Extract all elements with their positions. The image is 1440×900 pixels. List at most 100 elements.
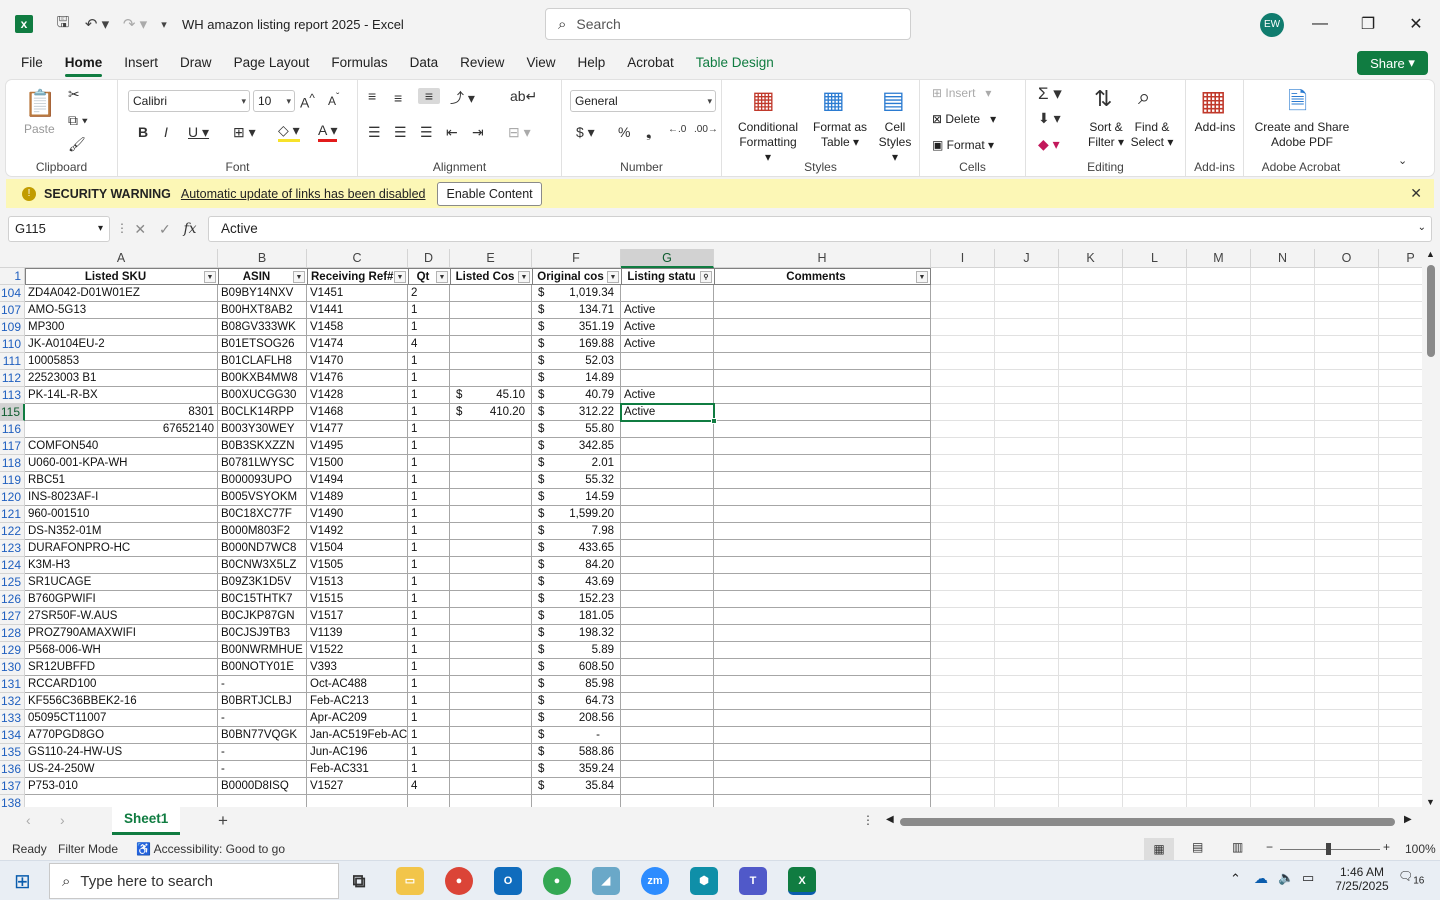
empty-cell[interactable]	[931, 421, 995, 438]
table-cell-a[interactable]	[25, 795, 218, 807]
column-header-b[interactable]: B	[218, 249, 307, 268]
table-cell-e[interactable]	[450, 455, 532, 472]
empty-cell[interactable]	[1187, 387, 1251, 404]
table-cell-d[interactable]: 1	[408, 642, 450, 659]
cancel-icon[interactable]: ✕	[134, 221, 146, 238]
table-cell-g[interactable]	[621, 438, 714, 455]
empty-cell[interactable]	[1315, 642, 1379, 659]
row-header[interactable]: 129	[0, 642, 25, 659]
empty-cell[interactable]	[931, 540, 995, 557]
table-cell-e[interactable]	[450, 506, 532, 523]
empty-cell[interactable]	[1187, 319, 1251, 336]
empty-cell[interactable]	[1315, 591, 1379, 608]
chrome-icon[interactable]: ●	[445, 867, 473, 895]
table-cell-c[interactable]: V1474	[307, 336, 408, 353]
empty-cell[interactable]	[995, 591, 1059, 608]
empty-cell[interactable]	[931, 506, 995, 523]
table-cell-b[interactable]: B09Z3K1D5V	[218, 574, 307, 591]
table-cell-b[interactable]: B0CJSJ9TB3	[218, 625, 307, 642]
filter-dropdown-icon[interactable]: ▼	[394, 271, 406, 283]
empty-cell[interactable]	[995, 421, 1059, 438]
table-cell-g[interactable]	[621, 421, 714, 438]
filter-dropdown-icon[interactable]: ▼	[436, 271, 448, 283]
empty-cell[interactable]	[1379, 761, 1422, 778]
table-cell-f[interactable]: $43.69	[532, 574, 621, 591]
table-cell-c[interactable]: V1492	[307, 523, 408, 540]
decrease-decimal-icon[interactable]: .00→	[694, 124, 718, 135]
empty-cell[interactable]	[1379, 455, 1422, 472]
table-cell-d[interactable]: 1	[408, 727, 450, 744]
table-cell-e[interactable]	[450, 489, 532, 506]
empty-cell[interactable]	[1251, 523, 1315, 540]
teams-icon[interactable]: T	[739, 867, 767, 895]
table-cell-a[interactable]: 67652140	[25, 421, 218, 438]
empty-cell[interactable]	[1251, 472, 1315, 489]
accounting-format-icon[interactable]: $ ▾	[576, 124, 595, 141]
table-cell-c[interactable]: V1476	[307, 370, 408, 387]
zoom-slider-thumb[interactable]	[1326, 843, 1331, 855]
table-cell-a[interactable]: 8301	[25, 404, 218, 421]
clock[interactable]: 1:46 AM 7/25/2025	[1330, 865, 1394, 893]
empty-cell[interactable]	[995, 710, 1059, 727]
empty-cell[interactable]	[995, 557, 1059, 574]
table-cell-b[interactable]: B0BN77VQGK	[218, 727, 307, 744]
empty-cell[interactable]	[1059, 370, 1123, 387]
table-cell-b[interactable]: B00XUCGG30	[218, 387, 307, 404]
table-cell-f[interactable]: $52.03	[532, 353, 621, 370]
table-cell-a[interactable]: A770PGD8GO	[25, 727, 218, 744]
table-cell-g[interactable]	[621, 506, 714, 523]
empty-cell[interactable]	[1059, 438, 1123, 455]
font-size-dropdown[interactable]: 10 ▾	[253, 90, 295, 112]
zoom-in-icon[interactable]: +	[1383, 840, 1390, 854]
table-cell-c[interactable]: V1513	[307, 574, 408, 591]
table-cell-a[interactable]: P568-006-WH	[25, 642, 218, 659]
empty-cell[interactable]	[995, 761, 1059, 778]
empty-cell[interactable]	[1251, 302, 1315, 319]
task-view-icon[interactable]: ⧉	[345, 867, 373, 895]
empty-cell[interactable]	[1379, 370, 1422, 387]
table-cell-c[interactable]: V1139	[307, 625, 408, 642]
empty-cell[interactable]	[1123, 795, 1187, 807]
empty-cell[interactable]	[931, 285, 995, 302]
empty-cell[interactable]	[1059, 336, 1123, 353]
format-cells-button[interactable]: ▣ Format ▾	[932, 138, 994, 153]
empty-cell[interactable]	[1059, 319, 1123, 336]
empty-cell[interactable]	[1379, 319, 1422, 336]
empty-cell[interactable]	[995, 285, 1059, 302]
page-break-view-icon[interactable]: ▥	[1232, 840, 1243, 854]
table-cell-h[interactable]	[714, 727, 931, 744]
minimize-icon[interactable]: —	[1296, 0, 1344, 48]
empty-cell[interactable]	[1251, 676, 1315, 693]
table-cell-e[interactable]	[450, 523, 532, 540]
table-cell-f[interactable]: $2.01	[532, 455, 621, 472]
empty-cell[interactable]	[1059, 421, 1123, 438]
empty-cell[interactable]	[1315, 727, 1379, 744]
tab-help[interactable]: Help	[566, 48, 616, 78]
table-cell-b[interactable]: -	[218, 744, 307, 761]
paste-icon[interactable]: 📋	[24, 88, 56, 119]
vertical-scrollbar[interactable]: ▲ ▼	[1422, 249, 1440, 807]
column-title[interactable]: Receiving Ref# ▼	[307, 268, 408, 285]
empty-cell[interactable]	[1187, 727, 1251, 744]
empty-cell[interactable]	[1123, 353, 1187, 370]
empty-cell[interactable]	[1251, 336, 1315, 353]
column-header-m[interactable]: M	[1187, 249, 1251, 268]
table-cell-c[interactable]: V1477	[307, 421, 408, 438]
clear-icon[interactable]: ◆ ▾	[1038, 136, 1060, 153]
shrink-font-icon[interactable]: Aˇ	[328, 92, 339, 108]
table-cell-b[interactable]: B01CLAFLH8	[218, 353, 307, 370]
empty-cell[interactable]	[1123, 727, 1187, 744]
fill-color-icon[interactable]: ◇ ▾	[278, 122, 300, 142]
increase-indent-icon[interactable]: ⇥	[472, 124, 484, 141]
table-cell-h[interactable]	[714, 693, 931, 710]
empty-cell[interactable]	[1251, 285, 1315, 302]
worksheet-grid[interactable]: ABCDEFGHIJKLMNOP 1 Listed SKU ▼ ASIN ▼ Receiv…	[0, 249, 1422, 807]
empty-cell[interactable]	[1123, 574, 1187, 591]
row-header[interactable]: 122	[0, 523, 25, 540]
empty-cell[interactable]	[931, 387, 995, 404]
empty-cell[interactable]	[1251, 659, 1315, 676]
row-header[interactable]: 137	[0, 778, 25, 795]
empty-cell[interactable]	[1187, 336, 1251, 353]
prev-sheet-icon[interactable]: ‹	[26, 812, 31, 828]
format-painter-icon[interactable]: 🖌	[68, 136, 86, 153]
